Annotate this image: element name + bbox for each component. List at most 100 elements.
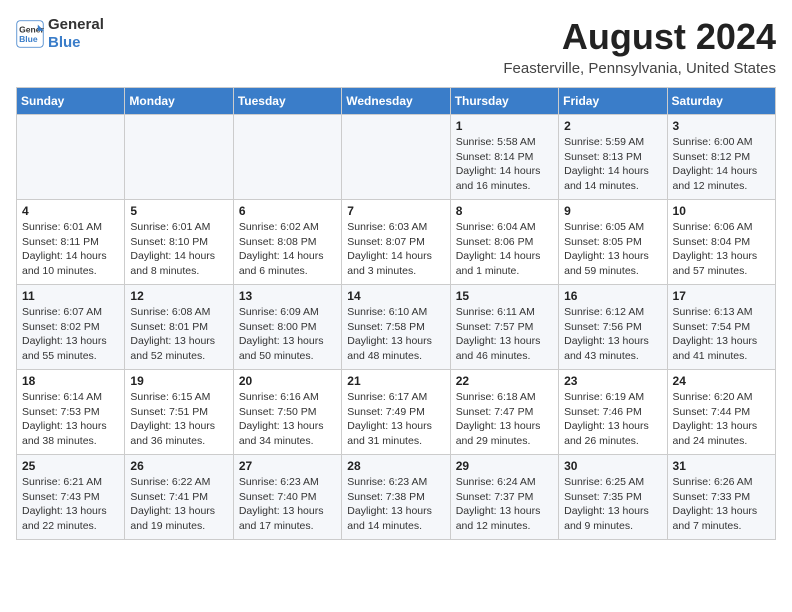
calendar-day-cell (17, 115, 125, 200)
day-number: 19 (130, 374, 227, 388)
weekday-header: Wednesday (342, 88, 450, 115)
calendar-day-cell (342, 115, 450, 200)
day-info: Sunrise: 6:20 AM Sunset: 7:44 PM Dayligh… (673, 390, 770, 449)
day-number: 28 (347, 459, 444, 473)
day-info: Sunrise: 6:17 AM Sunset: 7:49 PM Dayligh… (347, 390, 444, 449)
weekday-header: Sunday (17, 88, 125, 115)
day-info: Sunrise: 6:22 AM Sunset: 7:41 PM Dayligh… (130, 475, 227, 534)
calendar-day-cell: 27 Sunrise: 6:23 AM Sunset: 7:40 PM Dayli… (233, 455, 341, 540)
day-info: Sunrise: 6:06 AM Sunset: 8:04 PM Dayligh… (673, 220, 770, 279)
calendar-day-cell: 29 Sunrise: 6:24 AM Sunset: 7:37 PM Dayli… (450, 455, 558, 540)
day-info: Sunrise: 5:58 AM Sunset: 8:14 PM Dayligh… (456, 135, 553, 194)
calendar-day-cell: 19 Sunrise: 6:15 AM Sunset: 7:51 PM Dayli… (125, 370, 233, 455)
day-number: 15 (456, 289, 553, 303)
calendar-day-cell: 4Sunrise: 6:01 AM Sunset: 8:11 PM Daylig… (17, 200, 125, 285)
month-year-title: August 2024 (503, 16, 776, 58)
day-info: Sunrise: 6:12 AM Sunset: 7:56 PM Dayligh… (564, 305, 661, 364)
calendar-day-cell: 6 Sunrise: 6:02 AM Sunset: 8:08 PM Daylig… (233, 200, 341, 285)
calendar-day-cell: 18Sunrise: 6:14 AM Sunset: 7:53 PM Dayli… (17, 370, 125, 455)
day-number: 5 (130, 204, 227, 218)
day-number: 9 (564, 204, 661, 218)
calendar-table: SundayMondayTuesdayWednesdayThursdayFrid… (16, 87, 776, 540)
day-number: 10 (673, 204, 770, 218)
day-info: Sunrise: 6:21 AM Sunset: 7:43 PM Dayligh… (22, 475, 119, 534)
day-number: 26 (130, 459, 227, 473)
day-number: 2 (564, 119, 661, 133)
day-info: Sunrise: 6:14 AM Sunset: 7:53 PM Dayligh… (22, 390, 119, 449)
day-number: 1 (456, 119, 553, 133)
calendar-day-cell: 8 Sunrise: 6:04 AM Sunset: 8:06 PM Daylig… (450, 200, 558, 285)
calendar-day-cell: 28 Sunrise: 6:23 AM Sunset: 7:38 PM Dayli… (342, 455, 450, 540)
day-info: Sunrise: 6:16 AM Sunset: 7:50 PM Dayligh… (239, 390, 336, 449)
calendar-day-cell (125, 115, 233, 200)
day-info: Sunrise: 6:23 AM Sunset: 7:38 PM Dayligh… (347, 475, 444, 534)
day-number: 7 (347, 204, 444, 218)
calendar-day-cell: 2 Sunrise: 5:59 AM Sunset: 8:13 PM Daylig… (559, 115, 667, 200)
calendar-day-cell: 15 Sunrise: 6:11 AM Sunset: 7:57 PM Dayli… (450, 285, 558, 370)
day-info: Sunrise: 6:23 AM Sunset: 7:40 PM Dayligh… (239, 475, 336, 534)
calendar-day-cell: 3 Sunrise: 6:00 AM Sunset: 8:12 PM Daylig… (667, 115, 775, 200)
logo: General Blue General Blue (16, 16, 104, 52)
day-info: Sunrise: 6:25 AM Sunset: 7:35 PM Dayligh… (564, 475, 661, 534)
day-number: 6 (239, 204, 336, 218)
day-number: 23 (564, 374, 661, 388)
weekday-header: Thursday (450, 88, 558, 115)
calendar-day-cell: 26 Sunrise: 6:22 AM Sunset: 7:41 PM Dayli… (125, 455, 233, 540)
calendar-day-cell: 5Sunrise: 6:01 AM Sunset: 8:10 PM Daylig… (125, 200, 233, 285)
calendar-week-row: 25Sunrise: 6:21 AM Sunset: 7:43 PM Dayli… (17, 455, 776, 540)
day-info: Sunrise: 6:15 AM Sunset: 7:51 PM Dayligh… (130, 390, 227, 449)
day-number: 17 (673, 289, 770, 303)
calendar-day-cell: 14Sunrise: 6:10 AM Sunset: 7:58 PM Dayli… (342, 285, 450, 370)
day-number: 8 (456, 204, 553, 218)
day-number: 14 (347, 289, 444, 303)
day-number: 13 (239, 289, 336, 303)
day-number: 16 (564, 289, 661, 303)
calendar-day-cell: 25Sunrise: 6:21 AM Sunset: 7:43 PM Dayli… (17, 455, 125, 540)
calendar-day-cell: 11 Sunrise: 6:07 AM Sunset: 8:02 PM Dayli… (17, 285, 125, 370)
page-header: General Blue General Blue August 2024 Fe… (16, 16, 776, 77)
day-number: 11 (22, 289, 119, 303)
calendar-day-cell: 22 Sunrise: 6:18 AM Sunset: 7:47 PM Dayli… (450, 370, 558, 455)
day-info: Sunrise: 6:08 AM Sunset: 8:01 PM Dayligh… (130, 305, 227, 364)
calendar-week-row: 11 Sunrise: 6:07 AM Sunset: 8:02 PM Dayli… (17, 285, 776, 370)
calendar-day-cell: 1 Sunrise: 5:58 AM Sunset: 8:14 PM Daylig… (450, 115, 558, 200)
day-info: Sunrise: 5:59 AM Sunset: 8:13 PM Dayligh… (564, 135, 661, 194)
calendar-day-cell: 10 Sunrise: 6:06 AM Sunset: 8:04 PM Dayli… (667, 200, 775, 285)
day-info: Sunrise: 6:04 AM Sunset: 8:06 PM Dayligh… (456, 220, 553, 279)
calendar-day-cell: 21 Sunrise: 6:17 AM Sunset: 7:49 PM Dayli… (342, 370, 450, 455)
day-number: 21 (347, 374, 444, 388)
svg-text:Blue: Blue (19, 34, 38, 44)
weekday-header: Tuesday (233, 88, 341, 115)
day-number: 22 (456, 374, 553, 388)
calendar-week-row: 18Sunrise: 6:14 AM Sunset: 7:53 PM Dayli… (17, 370, 776, 455)
day-info: Sunrise: 6:11 AM Sunset: 7:57 PM Dayligh… (456, 305, 553, 364)
day-info: Sunrise: 6:05 AM Sunset: 8:05 PM Dayligh… (564, 220, 661, 279)
day-number: 30 (564, 459, 661, 473)
day-number: 3 (673, 119, 770, 133)
day-number: 12 (130, 289, 227, 303)
day-info: Sunrise: 6:07 AM Sunset: 8:02 PM Dayligh… (22, 305, 119, 364)
day-info: Sunrise: 6:03 AM Sunset: 8:07 PM Dayligh… (347, 220, 444, 279)
day-info: Sunrise: 6:02 AM Sunset: 8:08 PM Dayligh… (239, 220, 336, 279)
day-info: Sunrise: 6:18 AM Sunset: 7:47 PM Dayligh… (456, 390, 553, 449)
day-number: 29 (456, 459, 553, 473)
day-number: 20 (239, 374, 336, 388)
day-info: Sunrise: 6:19 AM Sunset: 7:46 PM Dayligh… (564, 390, 661, 449)
logo-icon: General Blue (16, 20, 44, 48)
day-number: 27 (239, 459, 336, 473)
day-info: Sunrise: 6:24 AM Sunset: 7:37 PM Dayligh… (456, 475, 553, 534)
calendar-week-row: 1 Sunrise: 5:58 AM Sunset: 8:14 PM Daylig… (17, 115, 776, 200)
calendar-day-cell: 16 Sunrise: 6:12 AM Sunset: 7:56 PM Dayli… (559, 285, 667, 370)
title-area: August 2024 Feasterville, Pennsylvania, … (503, 16, 776, 77)
calendar-week-row: 4Sunrise: 6:01 AM Sunset: 8:11 PM Daylig… (17, 200, 776, 285)
logo-text: General Blue (48, 16, 104, 52)
weekday-header: Saturday (667, 88, 775, 115)
calendar-day-cell: 9 Sunrise: 6:05 AM Sunset: 8:05 PM Daylig… (559, 200, 667, 285)
calendar-day-cell: 17Sunrise: 6:13 AM Sunset: 7:54 PM Dayli… (667, 285, 775, 370)
location-subtitle: Feasterville, Pennsylvania, United State… (503, 60, 776, 77)
day-info: Sunrise: 6:00 AM Sunset: 8:12 PM Dayligh… (673, 135, 770, 194)
calendar-day-cell: 13Sunrise: 6:09 AM Sunset: 8:00 PM Dayli… (233, 285, 341, 370)
day-number: 24 (673, 374, 770, 388)
calendar-day-cell: 31Sunrise: 6:26 AM Sunset: 7:33 PM Dayli… (667, 455, 775, 540)
calendar-day-cell: 20 Sunrise: 6:16 AM Sunset: 7:50 PM Dayli… (233, 370, 341, 455)
